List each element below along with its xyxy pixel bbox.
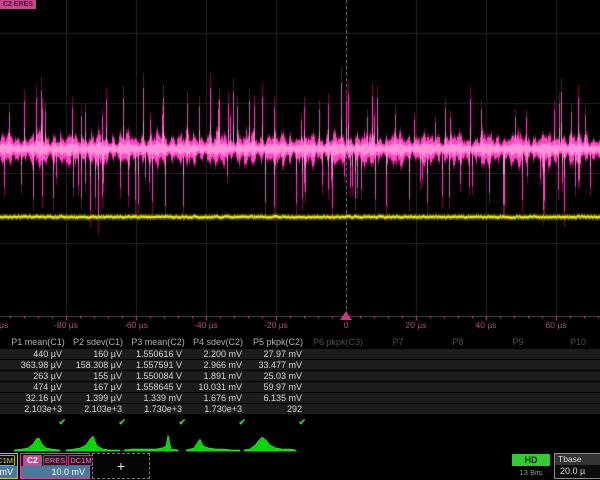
- measurement-value: 2.103e+3: [68, 404, 122, 414]
- measurement-header-row: P1 mean(C1)P2 sdev(C1)P3 mean(C2)P4 sdev…: [0, 336, 600, 349]
- measurement-row: 363.98 µV 158.308 µV 1.557591 V 2.966 mV 33.…: [0, 360, 600, 370]
- timebase-descriptor[interactable]: Tbase 20.0 µ: [554, 453, 600, 479]
- measurement-value: 167 µV: [68, 382, 122, 392]
- measurement-value: 32.16 µV: [8, 393, 62, 403]
- time-tick-label: 40 µs: [464, 320, 508, 330]
- measurement-value: 2.200 mV: [188, 349, 242, 359]
- measurement-value: 155 µV: [68, 371, 122, 381]
- measurement-value: 27.97 mV: [248, 349, 302, 359]
- measurement-value-rows: 440 µV160 µV1.550616 V2.200 mV27.97 mV36…: [0, 349, 600, 414]
- time-axis: -100 µs -80 µs -60 µs -40 µs -20 µs 0 20 µs 40 …: [0, 320, 600, 332]
- histicon[interactable]: [66, 436, 120, 451]
- measurement-column-header[interactable]: P6 pkpk(C3): [308, 337, 368, 347]
- measurement-value: 1.730e+3: [128, 404, 182, 414]
- time-tick-label: 20 µs: [394, 320, 438, 330]
- histicon[interactable]: [186, 439, 240, 451]
- trigger-position-marker[interactable]: [340, 311, 352, 320]
- timebase-value: 20.0 µ: [555, 465, 600, 478]
- measurement-row: 440 µV 160 µV 1.550616 V 2.200 mV 27.97 mV: [0, 349, 600, 359]
- oscilloscope-screen: C2 ERES -100 µs -80 µs -60 µs -40 µs -20 µs 0…: [0, 0, 600, 480]
- c1-coupling-badge: DC1M: [0, 455, 15, 466]
- time-tick-label: 0: [324, 320, 368, 330]
- time-tick-label: -40 µs: [184, 320, 228, 330]
- measurement-value: 2.966 mV: [188, 360, 242, 370]
- measurement-value: 1.891 mV: [188, 371, 242, 381]
- status-check-icon: ✔: [248, 417, 306, 428]
- measurement-value: 33.477 mV: [248, 360, 302, 370]
- status-check-icon: ✔: [8, 417, 66, 428]
- hd-bits-label: 13 Bits: [512, 468, 550, 477]
- measurement-column-header[interactable]: P5 pkpk(C2): [248, 337, 308, 347]
- measurement-value: 1.550616 V: [128, 349, 182, 359]
- measurement-histicons[interactable]: [0, 432, 600, 452]
- time-tick-label: -80 µs: [44, 320, 88, 330]
- measurement-column-header[interactable]: P8: [428, 337, 488, 347]
- measurement-column-header[interactable]: P9: [488, 337, 548, 347]
- c1-scale-value: 0 mV: [0, 466, 17, 478]
- status-check-icon: ✔: [128, 417, 186, 428]
- measurement-value: 1.550084 V: [128, 371, 182, 381]
- measurement-value: 1.399 µV: [68, 393, 122, 403]
- histicon[interactable]: [14, 438, 60, 451]
- measurement-column-header[interactable]: P3 mean(C2): [128, 337, 188, 347]
- waveform-grid-canvas[interactable]: [0, 0, 600, 336]
- channel-c2-descriptor[interactable]: C2 ERES DC1M 10.0 mV: [20, 453, 90, 479]
- measurement-column-header[interactable]: P7: [368, 337, 428, 347]
- measurement-value: 1.339 mV: [128, 393, 182, 403]
- add-trace-button[interactable]: +: [92, 453, 150, 479]
- measurement-value: 10.031 mV: [188, 382, 242, 392]
- measurement-value: 158.308 µV: [68, 360, 122, 370]
- plus-icon: +: [117, 458, 125, 474]
- measurement-column-header[interactable]: P4 sdev(C2): [188, 337, 248, 347]
- measurement-column-header[interactable]: P1 mean(C1): [8, 337, 68, 347]
- measurement-value: 1.676 mV: [188, 393, 242, 403]
- measurement-value: 59.97 mV: [248, 382, 302, 392]
- measurement-value: 2.103e+3: [8, 404, 62, 414]
- measurement-value: 440 µV: [8, 349, 62, 359]
- status-check-icon: ✔: [68, 417, 126, 428]
- histicon[interactable]: [124, 435, 178, 451]
- measurement-value: 160 µV: [68, 349, 122, 359]
- measurement-value: 25.03 mV: [248, 371, 302, 381]
- histicon[interactable]: [244, 437, 296, 451]
- measurement-value: 292: [248, 404, 302, 414]
- measurement-row: 2.103e+3 2.103e+3 1.730e+3 1.730e+3 292: [0, 404, 600, 414]
- time-tick-label: 60 µs: [534, 320, 578, 330]
- measurement-table: P1 mean(C1)P2 sdev(C1)P3 mean(C2)P4 sdev…: [0, 336, 600, 430]
- trace-annotation: C2 ERES: [0, 0, 36, 9]
- channel-c1-descriptor[interactable]: DC1M 0 mV: [0, 453, 18, 479]
- c2-channel-label: C2: [23, 455, 42, 466]
- measurement-value: 474 µV: [8, 382, 62, 392]
- measurement-value: 263 µV: [8, 371, 62, 381]
- hd-mode-badge: HD: [512, 454, 550, 466]
- measurement-column-header[interactable]: P10: [548, 337, 600, 347]
- measurement-value: 1.557591 V: [128, 360, 182, 370]
- measurement-row: 32.16 µV 1.399 µV 1.339 mV 1.676 mV 6.135 mV: [0, 393, 600, 403]
- status-check-icon: ✔: [188, 417, 246, 428]
- time-tick-label: -20 µs: [254, 320, 298, 330]
- c2-eres-badge: ERES: [43, 455, 67, 466]
- measurement-column-header[interactable]: P2 sdev(C1): [68, 337, 128, 347]
- c2-scale-value: 10.0 mV: [21, 466, 89, 478]
- measurement-row: 474 µV 167 µV 1.558645 V 10.031 mV 59.97 mV: [0, 382, 600, 392]
- measurement-value: 1.558645 V: [128, 382, 182, 392]
- c2-coupling-badge: DC1M: [68, 455, 93, 466]
- time-tick-label: -100 µs: [0, 320, 16, 330]
- time-tick-label: -60 µs: [114, 320, 158, 330]
- measurement-value: 1.730e+3: [188, 404, 242, 414]
- measurement-row: 263 µV 155 µV 1.550084 V 1.891 mV 25.03 mV: [0, 371, 600, 381]
- timebase-label: Tbase: [555, 454, 600, 465]
- descriptor-bar: DC1M 0 mV C2 ERES DC1M 10.0 mV + HD 13 B…: [0, 452, 600, 480]
- measurement-value: 6.135 mV: [248, 393, 302, 403]
- measurement-status-row: ✔✔✔✔✔: [0, 415, 600, 430]
- measurement-value: 363.98 µV: [8, 360, 62, 370]
